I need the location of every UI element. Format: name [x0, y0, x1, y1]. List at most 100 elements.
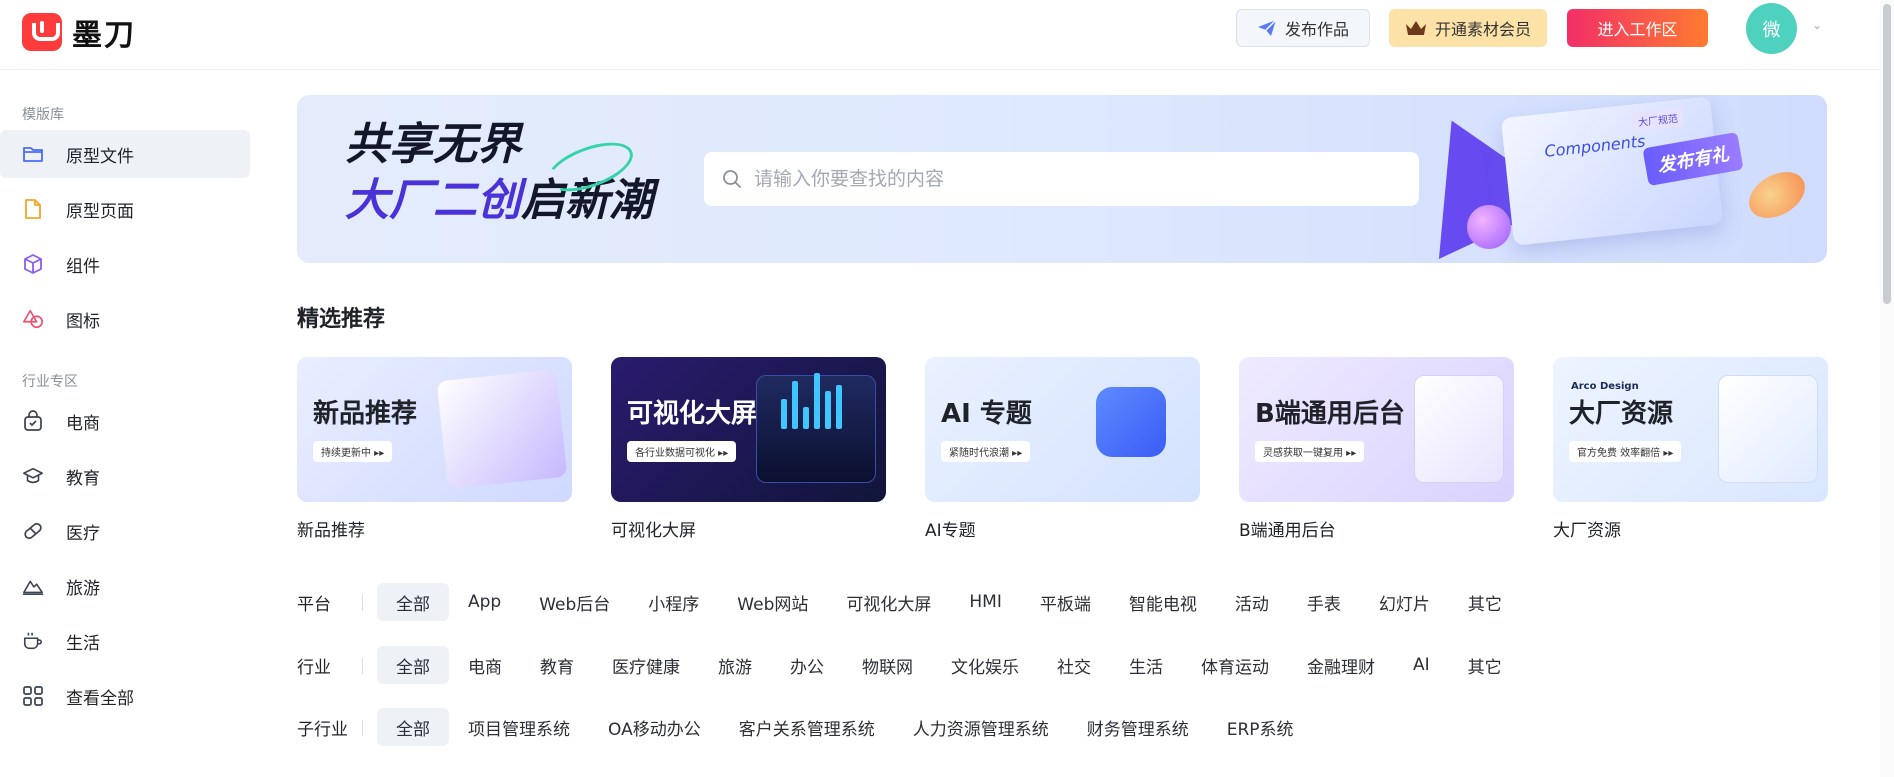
logo-icon	[22, 13, 62, 51]
filter-option[interactable]: 文化娱乐	[932, 646, 1038, 684]
grid-icon	[22, 685, 44, 707]
card-brand: Arco Design	[1571, 381, 1639, 392]
card-title: 新品推荐	[313, 399, 418, 429]
sidebar-item-view-all[interactable]: 查看全部	[0, 672, 250, 720]
sidebar-item-label: 原型文件	[66, 146, 134, 167]
sidebar-item-travel[interactable]: 旅游	[0, 562, 250, 610]
filter-option[interactable]: 金融理财	[1288, 646, 1394, 684]
chevron-down-icon[interactable]: ⌄	[1812, 18, 1822, 32]
filter-option[interactable]: 可视化大屏	[827, 583, 950, 621]
sidebar: 模版库 原型文件 原型页面 组件 图标 行业专区 电商 教育 医疗 旅游 生活 …	[0, 71, 260, 777]
sidebar-item-label: 旅游	[66, 578, 100, 599]
filter-row-platform: 平台 全部 App Web后台 小程序 Web网站 可视化大屏 HMI 平板端 …	[297, 583, 1521, 621]
crown-icon	[1405, 21, 1426, 35]
featured-card-bigfactory[interactable]: Arco Design 大厂资源 官方免费 效率翻倍 ▸▸	[1553, 357, 1828, 502]
filter-option[interactable]: Web后台	[520, 583, 629, 621]
filter-option[interactable]: 手表	[1288, 583, 1360, 621]
filter-option[interactable]: 办公	[771, 646, 843, 684]
sparkle-icon	[1096, 387, 1166, 457]
filter-option[interactable]: 教育	[521, 646, 593, 684]
filter-row-industry: 行业 全部 电商 教育 医疗健康 旅游 办公 物联网 文化娱乐 社交 生活 体育…	[297, 646, 1521, 684]
filter-option[interactable]: 小程序	[629, 583, 718, 621]
filter-option[interactable]: 旅游	[699, 646, 771, 684]
featured-card-visual[interactable]: 可视化大屏 各行业数据可视化 ▸▸	[611, 357, 886, 502]
mountain-icon	[22, 575, 44, 597]
publish-button[interactable]: 发布作品	[1236, 9, 1370, 47]
search-box[interactable]	[704, 152, 1419, 206]
filter-option[interactable]: 幻灯片	[1360, 583, 1449, 621]
vip-button[interactable]: 开通素材会员	[1389, 9, 1547, 47]
filter-option[interactable]: 全部	[377, 646, 449, 684]
card-pill: 灵感获取一键复用 ▸▸	[1255, 441, 1365, 462]
vip-label: 开通素材会员	[1434, 20, 1531, 39]
sidebar-item-components[interactable]: 组件	[0, 240, 250, 288]
filter-option[interactable]: 活动	[1216, 583, 1288, 621]
filter-row-sub-industry: 子行业 全部 项目管理系统 OA移动办公 客户关系管理系统 人力资源管理系统 财…	[297, 708, 1313, 746]
filter-option[interactable]: 医疗健康	[593, 646, 699, 684]
featured-card-new[interactable]: 新品推荐 持续更新中 ▸▸	[297, 357, 572, 502]
filter-label: 子行业	[297, 715, 377, 740]
bar-chart-illustration	[781, 369, 842, 429]
card-label[interactable]: 可视化大屏	[611, 516, 696, 541]
featured-card-admin[interactable]: B端通用后台 灵感获取一键复用 ▸▸	[1239, 357, 1514, 502]
filter-option[interactable]: App	[449, 583, 520, 621]
sidebar-item-education[interactable]: 教育	[0, 452, 250, 500]
filter-option[interactable]: 财务管理系统	[1068, 708, 1208, 746]
sidebar-item-life[interactable]: 生活	[0, 617, 250, 665]
avatar[interactable]: 微	[1746, 3, 1797, 54]
card-tag: 大厂规范	[1631, 107, 1685, 132]
card-title: AI 专题	[941, 399, 1032, 429]
card-label[interactable]: 新品推荐	[297, 516, 365, 541]
scrollbar-thumb[interactable]	[1883, 4, 1891, 304]
filter-option[interactable]: ERP系统	[1208, 708, 1313, 746]
filter-option[interactable]: 平板端	[1021, 583, 1110, 621]
filter-option[interactable]: 全部	[377, 708, 449, 746]
card-label[interactable]: AI专题	[925, 516, 976, 541]
filter-option[interactable]: 全部	[377, 583, 449, 621]
sidebar-item-ecommerce[interactable]: 电商	[0, 397, 250, 445]
card-label[interactable]: B端通用后台	[1239, 516, 1336, 541]
search-input[interactable]	[754, 168, 1394, 190]
logo[interactable]: 墨刀	[22, 10, 136, 54]
featured-card-ai[interactable]: AI 专题 紧随时代浪潮 ▸▸	[925, 357, 1200, 502]
filter-option[interactable]: 社交	[1038, 646, 1110, 684]
sidebar-item-label: 原型页面	[66, 201, 134, 222]
card-title: B端通用后台	[1255, 399, 1405, 429]
filter-option[interactable]: 电商	[449, 646, 521, 684]
sidebar-item-prototype-pages[interactable]: 原型页面	[0, 185, 250, 233]
filter-option[interactable]: 客户关系管理系统	[720, 708, 894, 746]
sidebar-item-label: 医疗	[66, 523, 100, 544]
sidebar-item-prototype-files[interactable]: 原型文件	[0, 130, 250, 178]
card-label[interactable]: 大厂资源	[1553, 516, 1621, 541]
filter-label: 行业	[297, 653, 377, 678]
sidebar-item-label: 教育	[66, 468, 100, 489]
workspace-label: 进入工作区	[1597, 20, 1678, 39]
hero-banner: 共享无界 大厂二创启新潮 大厂规范 Components 发布有礼	[297, 95, 1827, 263]
sidebar-item-label: 电商	[66, 413, 100, 434]
filter-option[interactable]: 体育运动	[1182, 646, 1288, 684]
filter-option[interactable]: Web网站	[718, 583, 827, 621]
filter-option[interactable]: 生活	[1110, 646, 1182, 684]
graduation-icon	[22, 465, 44, 487]
orange-decoration	[1741, 162, 1813, 228]
sidebar-item-icons[interactable]: 图标	[0, 295, 250, 343]
filter-option[interactable]: 物联网	[843, 646, 932, 684]
pill-icon	[22, 520, 44, 542]
filter-option[interactable]: 项目管理系统	[449, 708, 589, 746]
card-pill: 紧随时代浪潮 ▸▸	[941, 441, 1031, 462]
sidebar-item-medical[interactable]: 医疗	[0, 507, 250, 555]
filter-option[interactable]: HMI	[950, 583, 1020, 621]
sidebar-section-title: 行业专区	[22, 374, 78, 390]
shapes-icon	[22, 308, 44, 330]
bag-icon	[22, 410, 44, 432]
filter-option[interactable]: AI	[1394, 646, 1449, 684]
workspace-button[interactable]: 进入工作区	[1567, 9, 1708, 47]
sidebar-item-label: 生活	[66, 633, 100, 654]
filter-option[interactable]: 智能电视	[1110, 583, 1216, 621]
filter-option[interactable]: 人力资源管理系统	[894, 708, 1068, 746]
publish-label: 发布作品	[1284, 20, 1349, 39]
filter-option[interactable]: OA移动办公	[589, 708, 720, 746]
filter-option[interactable]: 其它	[1449, 583, 1521, 621]
file-icon	[22, 198, 44, 220]
filter-option[interactable]: 其它	[1449, 646, 1521, 684]
